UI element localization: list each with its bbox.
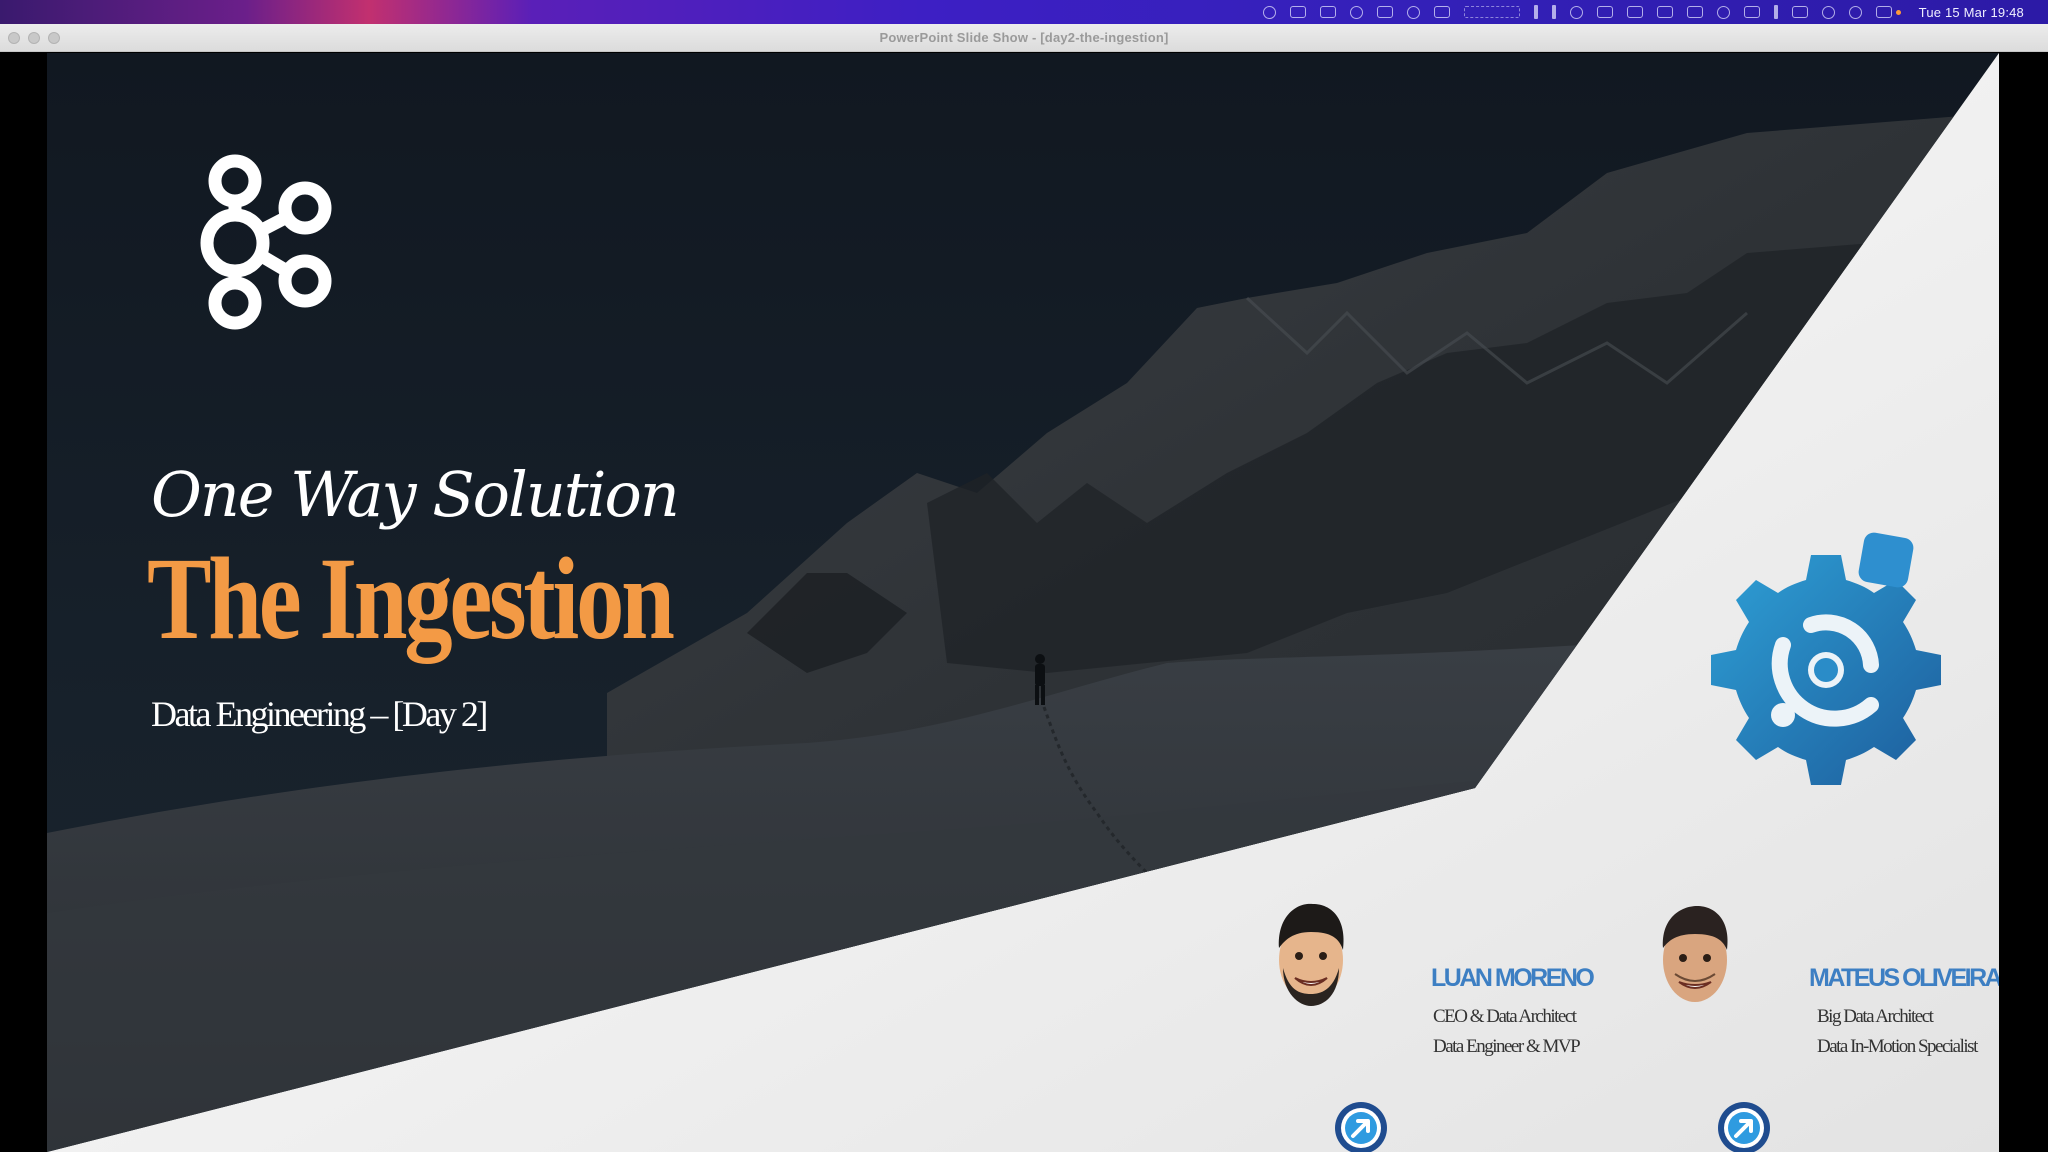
presenter-2-role-2: Data In-Motion Specialist	[1817, 1036, 1978, 1057]
puzzle-icon[interactable]	[1626, 6, 1643, 18]
zoom-window-button[interactable]	[48, 32, 60, 44]
display-icon[interactable]	[1433, 6, 1450, 18]
presenter-1-name: LUAN MORENO	[1431, 964, 1595, 992]
menubar-clock[interactable]: Tue 15 Mar 19:48	[1919, 5, 2024, 20]
s-app-icon[interactable]	[1569, 5, 1583, 19]
minimize-window-button[interactable]	[28, 32, 40, 44]
disk-bar-icon[interactable]	[1551, 5, 1556, 19]
window-titlebar[interactable]: PowerPoint Slide Show - [day2-the-ingest…	[0, 24, 2048, 52]
slide-title: The Ingestion	[147, 533, 675, 664]
screen-share-icon[interactable]	[1596, 6, 1613, 18]
macos-menubar: Tue 15 Mar 19:48	[0, 0, 2048, 24]
presenter-2-role-1: Big Data Architect	[1817, 1006, 1934, 1027]
window-icon[interactable]	[1319, 6, 1336, 18]
cloud-icon[interactable]	[1406, 5, 1420, 19]
slide-headline: One Way Solution	[151, 458, 680, 531]
battery-icon[interactable]	[1791, 6, 1808, 18]
slideshow-area: One Way Solution The Ingestion Data Engi…	[0, 53, 2048, 1152]
cpu-graph-icon[interactable]	[1463, 6, 1520, 18]
sync-icon[interactable]	[1349, 5, 1363, 19]
docker-icon[interactable]	[1262, 5, 1276, 19]
search-icon[interactable]	[1848, 5, 1862, 19]
crab-icon[interactable]	[1376, 6, 1393, 18]
presenter-1-role-1: CEO & Data Architect	[1433, 1006, 1577, 1027]
window-controls	[8, 32, 60, 44]
layout-icon[interactable]	[1656, 6, 1673, 18]
wifi-icon[interactable]	[1821, 5, 1835, 19]
presenter-2-avatar	[1662, 906, 1728, 1002]
play-icon[interactable]	[1716, 5, 1730, 19]
mic-indicator	[1895, 9, 1901, 15]
stage-icon[interactable]	[1743, 6, 1760, 18]
slide-subtitle: Data Engineering – [Day 2]	[151, 694, 488, 734]
kafka-logo-icon	[200, 154, 332, 330]
company-gear-logo-icon	[1711, 532, 1941, 785]
screen-record-icon[interactable]	[1289, 6, 1306, 18]
presenter-2-link-button[interactable]	[1717, 1101, 1771, 1152]
presenter-1-avatar	[1278, 903, 1344, 1006]
mirror-icon[interactable]	[1686, 6, 1703, 18]
presenter-2-name: MATEUS OLIVEIRA	[1809, 964, 1999, 992]
slide[interactable]: One Way Solution The Ingestion Data Engi…	[47, 53, 1999, 1152]
control-center-icon[interactable]	[1875, 6, 1892, 18]
close-window-button[interactable]	[8, 32, 20, 44]
status-tray	[1262, 5, 1901, 19]
window-title: PowerPoint Slide Show - [day2-the-ingest…	[879, 30, 1169, 45]
presenter-1-role-2: Data Engineer & MVP	[1433, 1036, 1581, 1057]
memory-bar-icon[interactable]	[1533, 5, 1538, 19]
bluetooth-icon[interactable]	[1773, 5, 1778, 19]
presenter-1-link-button[interactable]	[1334, 1101, 1388, 1152]
